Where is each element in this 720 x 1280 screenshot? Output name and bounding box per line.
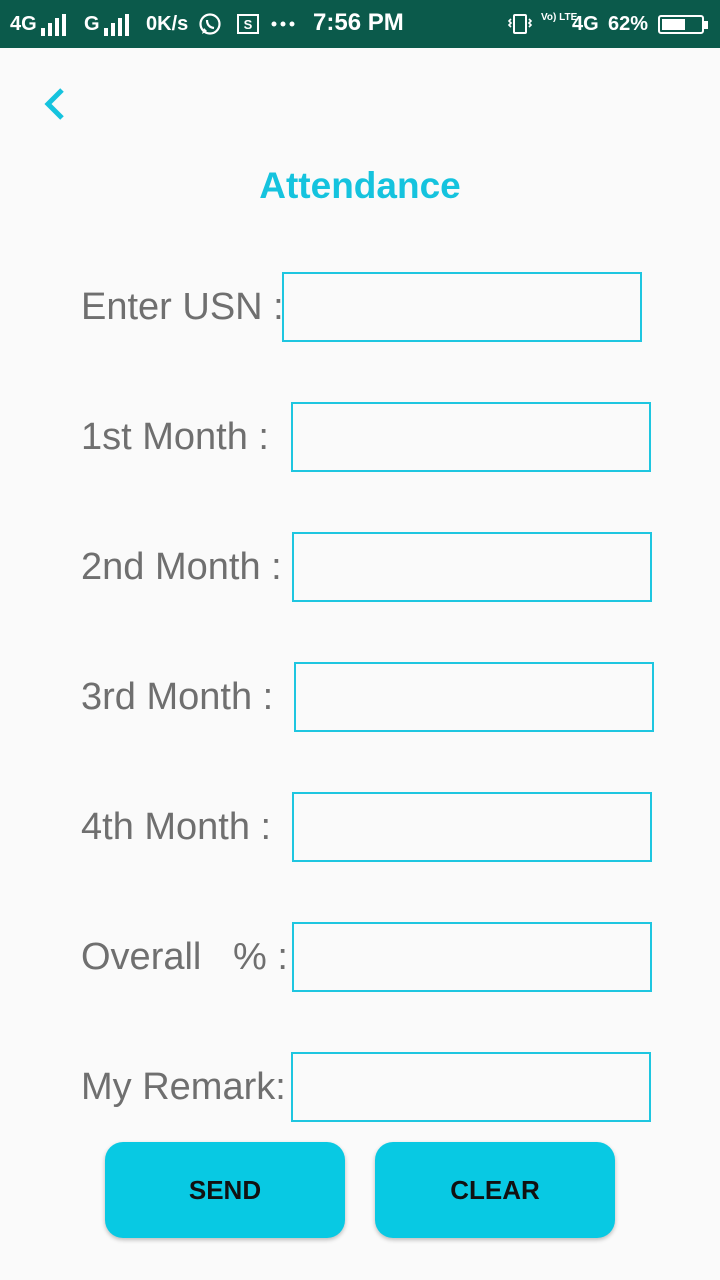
battery-icon	[658, 15, 708, 34]
battery-percent: 62%	[608, 13, 649, 35]
month1-input[interactable]	[291, 402, 651, 472]
clock: 7:56 PM	[313, 9, 404, 36]
month4-input[interactable]	[292, 792, 652, 862]
net-speed: 0K/s	[146, 13, 189, 35]
overall-input[interactable]	[292, 922, 652, 992]
back-button[interactable]	[38, 84, 78, 124]
usn-label: Enter USN :	[81, 286, 284, 328]
battery-fill	[662, 19, 686, 30]
month3-input[interactable]	[294, 662, 654, 732]
month2-label: 2nd Month :	[81, 546, 282, 588]
page-title: Attendance	[259, 165, 461, 206]
month3-label: 3rd Month :	[81, 676, 274, 718]
overall-label: Overall % :	[81, 936, 288, 978]
month1-label: 1st Month :	[81, 416, 269, 458]
network-1-label: 4G	[10, 13, 37, 35]
signal-icon	[40, 12, 69, 36]
network-2: G	[84, 12, 132, 36]
chevron-left-icon	[44, 88, 64, 120]
status-bar: 4G G 0K/s S 7:56 PM Vo) LTE 4G 62%	[0, 0, 720, 48]
usn-input[interactable]	[282, 272, 642, 342]
whatsapp-icon	[198, 12, 222, 42]
battery-cap	[704, 21, 708, 29]
month4-label: 4th Month :	[81, 806, 272, 848]
screenshot-icon: S	[236, 12, 260, 42]
network-3: 4G	[572, 13, 599, 35]
volte-badge: Vo) LTE	[541, 12, 578, 23]
clear-button[interactable]: CLEAR	[375, 1142, 615, 1238]
month2-input[interactable]	[292, 532, 652, 602]
send-button[interactable]: SEND	[105, 1142, 345, 1238]
remark-label: My Remark:	[81, 1066, 286, 1108]
network-2-label: G	[84, 13, 100, 35]
svg-text:S: S	[244, 17, 253, 32]
network-1: 4G	[10, 12, 69, 36]
more-dots-icon	[270, 12, 298, 42]
vibrate-icon	[506, 12, 534, 42]
signal-icon	[103, 12, 132, 36]
remark-input[interactable]	[291, 1052, 651, 1122]
